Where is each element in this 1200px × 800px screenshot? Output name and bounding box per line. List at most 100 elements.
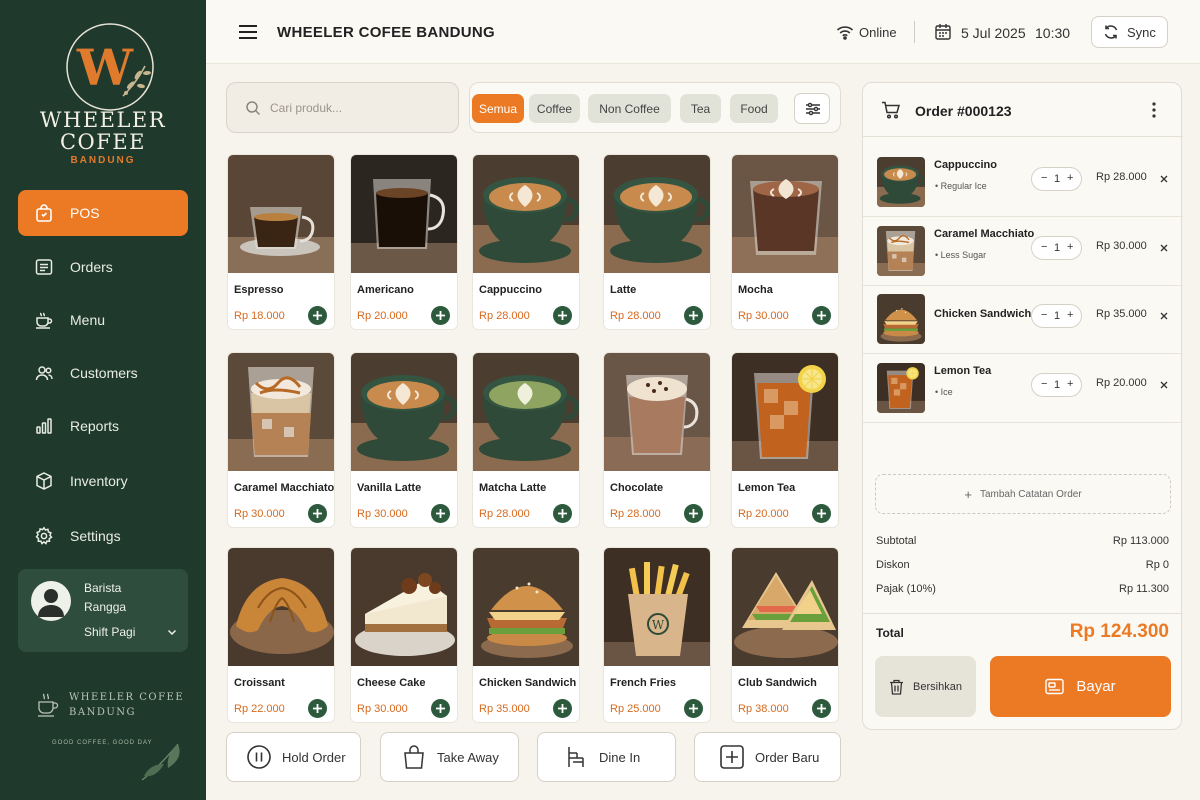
discount-label: Diskon	[876, 559, 910, 571]
close-icon[interactable]	[1158, 173, 1170, 185]
add-to-order-button[interactable]	[431, 699, 450, 718]
decrement-button[interactable]: −	[1041, 378, 1047, 390]
user-card[interactable]: Barista Rangga Shift Pagi	[18, 569, 188, 652]
category-chip-tea[interactable]: Tea	[680, 94, 721, 123]
subtotal-label: Subtotal	[876, 535, 917, 547]
add-to-order-button[interactable]	[308, 306, 327, 325]
product-card[interactable]: Cappuccino Rp 28.000	[472, 154, 580, 330]
add-to-order-button[interactable]	[553, 306, 572, 325]
user-name: Rangga	[84, 600, 127, 614]
product-image: W	[604, 548, 710, 666]
product-card[interactable]: Lemon Tea Rp 20.000	[731, 352, 839, 528]
increment-button[interactable]: +	[1067, 172, 1073, 184]
current-time: 10:30	[1035, 25, 1071, 41]
sidebar-item-settings[interactable]: Settings	[18, 513, 188, 559]
product-card[interactable]: Cheese Cake Rp 30.000	[350, 547, 458, 723]
hamburger-menu-icon[interactable]	[238, 23, 258, 41]
add-to-order-button[interactable]	[812, 306, 831, 325]
more-vertical-icon[interactable]	[1151, 101, 1157, 119]
add-to-order-button[interactable]	[812, 504, 831, 523]
sidebar-item-inventory[interactable]: Inventory	[18, 458, 188, 504]
product-card[interactable]: Latte Rp 28.000	[603, 154, 711, 330]
quantity-stepper[interactable]: −1 +	[1031, 167, 1082, 191]
sidebar-item-reports[interactable]: Reports	[18, 403, 188, 449]
plus-icon	[689, 311, 698, 320]
quantity-stepper[interactable]: −1 +	[1031, 304, 1082, 328]
add-to-order-button[interactable]	[431, 504, 450, 523]
product-card[interactable]: Chocolate Rp 28.000	[603, 352, 711, 528]
product-price: Rp 28.000	[610, 508, 661, 520]
close-icon[interactable]	[1158, 379, 1170, 391]
product-card[interactable]: Club Sandwich Rp 38.000	[731, 547, 839, 723]
increment-button[interactable]: +	[1067, 241, 1073, 253]
product-price: Rp 30.000	[234, 508, 285, 520]
quantity-stepper[interactable]: −1 +	[1031, 373, 1082, 397]
dine-in-button[interactable]: Dine In	[537, 732, 676, 782]
order-item-image	[877, 157, 925, 207]
product-card[interactable]: Americano Rp 20.000	[350, 154, 458, 330]
new-order-button[interactable]: Order Baru	[694, 732, 841, 782]
product-card[interactable]: Chicken Sandwich Rp 35.000	[472, 547, 580, 723]
product-card[interactable]: Matcha Latte Rp 28.000	[472, 352, 580, 528]
add-to-order-button[interactable]	[812, 699, 831, 718]
product-card[interactable]: Mocha Rp 30.000	[731, 154, 839, 330]
order-panel: Order #000123 Cappuccino • Regular Ice −1 +…	[862, 82, 1183, 730]
avatar	[31, 581, 71, 621]
sidebar-item-label: Customers	[70, 365, 138, 381]
sidebar-item-pos[interactable]: POS	[18, 190, 188, 236]
product-card[interactable]: Caramel Macchiato Rp 30.000	[227, 352, 335, 528]
take-away-button[interactable]: Take Away	[380, 732, 519, 782]
hold-order-button[interactable]: Hold Order	[226, 732, 361, 782]
decrement-button[interactable]: −	[1041, 172, 1047, 184]
decrement-button[interactable]: −	[1041, 241, 1047, 253]
product-image	[732, 353, 838, 471]
increment-button[interactable]: +	[1067, 378, 1073, 390]
decrement-button[interactable]: −	[1041, 309, 1047, 321]
product-image	[732, 548, 838, 666]
add-to-order-button[interactable]	[553, 504, 572, 523]
quantity-stepper[interactable]: −1 +	[1031, 236, 1082, 260]
current-date: 5 Jul 2025	[961, 25, 1026, 41]
clear-order-button[interactable]: Bersihkan	[875, 656, 976, 717]
add-to-order-button[interactable]	[308, 699, 327, 718]
order-item-price: Rp 20.000	[1096, 377, 1147, 389]
chair-icon	[563, 744, 589, 770]
plus-icon	[313, 311, 322, 320]
plus-icon	[817, 704, 826, 713]
product-price: Rp 28.000	[479, 508, 530, 520]
close-icon[interactable]	[1158, 310, 1170, 322]
search-box[interactable]	[226, 82, 459, 133]
sidebar-item-customers[interactable]: Customers	[18, 350, 188, 396]
category-chip-non-coffee[interactable]: Non Coffee	[588, 94, 671, 123]
search-input[interactable]	[270, 97, 450, 119]
add-to-order-button[interactable]	[553, 699, 572, 718]
order-item-image	[877, 294, 925, 344]
shift-label[interactable]: Shift Pagi	[84, 625, 135, 639]
chevron-down-icon[interactable]	[166, 626, 178, 638]
product-card[interactable]: W French Fries Rp 25.000	[603, 547, 711, 723]
add-to-order-button[interactable]	[684, 504, 703, 523]
add-order-note-button[interactable]: + Tambah Catatan Order	[875, 474, 1171, 514]
pay-button[interactable]: Bayar	[990, 656, 1171, 717]
product-image	[351, 155, 457, 273]
sidebar-item-orders[interactable]: Orders	[18, 244, 188, 290]
category-chip-semua[interactable]: Semua	[472, 94, 524, 123]
category-chip-food[interactable]: Food	[730, 94, 778, 123]
sync-button[interactable]: Sync	[1091, 16, 1168, 48]
sidebar-item-menu[interactable]: Menu	[18, 297, 188, 343]
add-to-order-button[interactable]	[308, 504, 327, 523]
product-image	[732, 155, 838, 273]
add-to-order-button[interactable]	[684, 306, 703, 325]
close-icon[interactable]	[1158, 242, 1170, 254]
filter-button[interactable]	[794, 93, 830, 124]
add-to-order-button[interactable]	[431, 306, 450, 325]
category-chip-coffee[interactable]: Coffee	[529, 94, 580, 123]
sliders-icon	[806, 102, 820, 116]
increment-button[interactable]: +	[1067, 309, 1073, 321]
product-card[interactable]: Espresso Rp 18.000	[227, 154, 335, 330]
product-card[interactable]: Vanilla Latte Rp 30.000	[350, 352, 458, 528]
product-card[interactable]: Croissant Rp 22.000	[227, 547, 335, 723]
add-to-order-button[interactable]	[684, 699, 703, 718]
coffee-cup-icon	[34, 310, 54, 330]
order-item-name: Cappuccino	[934, 159, 997, 171]
